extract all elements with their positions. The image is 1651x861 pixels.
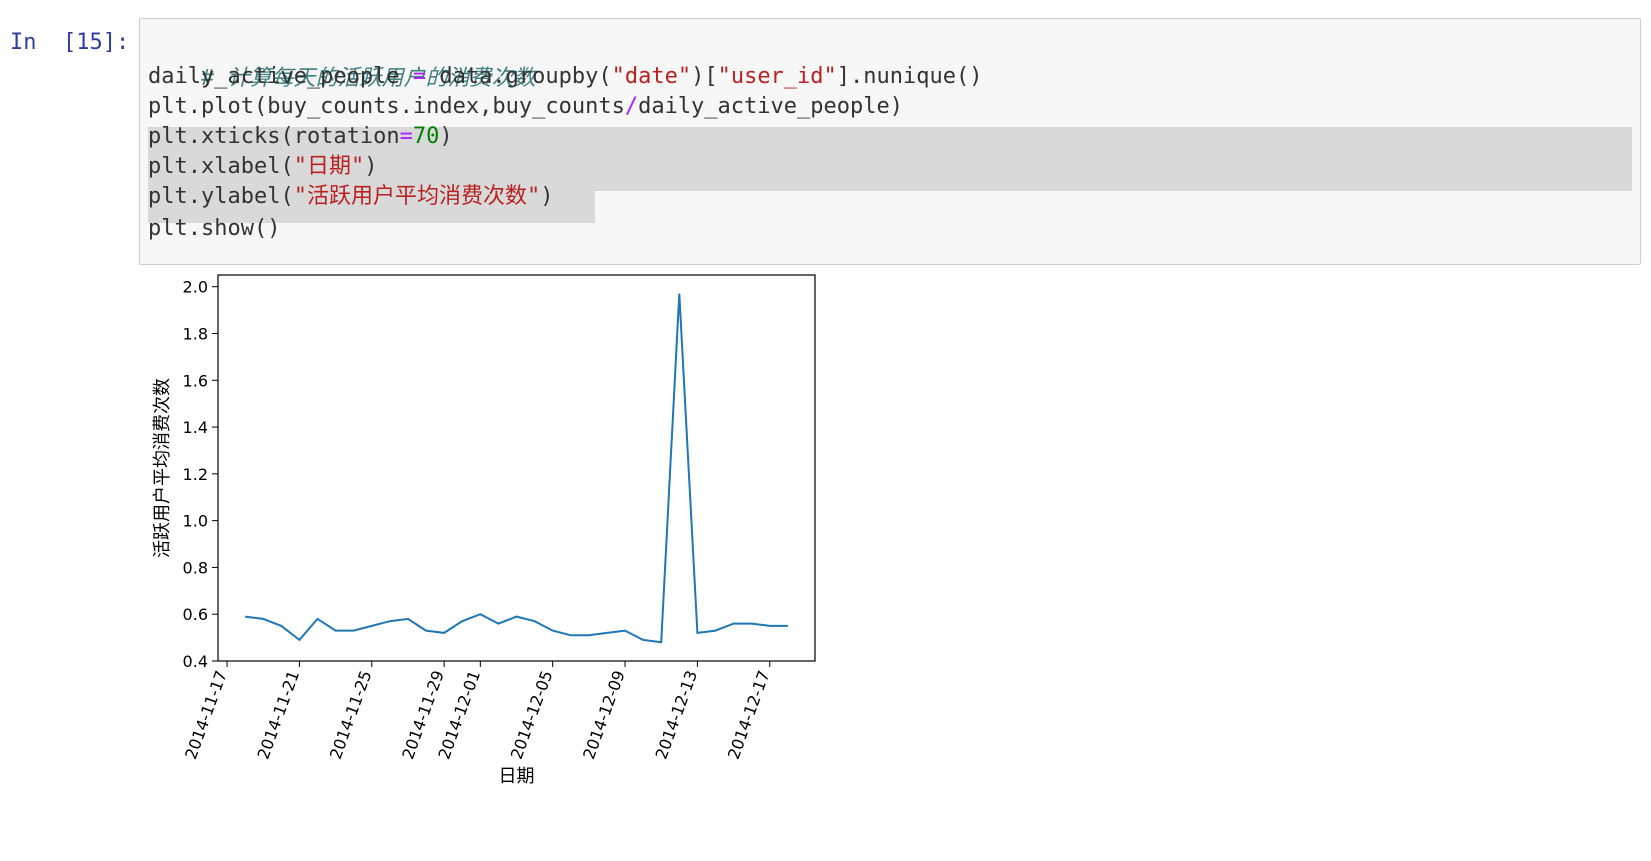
y-tick-label: 0.8 [183,558,208,577]
x-tick-label: 2014-12-09 [579,668,629,762]
y-tick-label: 1.4 [183,418,208,437]
code-line-5: plt.xlabel("日期") [148,154,378,179]
code-line-7: plt.show() [148,216,281,241]
x-tick-label: 2014-12-13 [652,668,702,762]
y-tick-label: 1.0 [183,512,208,531]
y-tick-label: 1.2 [183,465,208,484]
y-tick-label: 1.8 [183,324,208,343]
y-axis-label: 活跃用户平均消费次数 [152,378,173,558]
line-chart: 0.4 0.6 0.8 1.0 1.2 1.4 1.6 1.8 2.0 2014-11-17 20… [152,274,816,787]
y-tick-label: 1.6 [183,371,208,390]
cell-prompt: In [15]: [10,30,130,55]
y-tick-label: 0.6 [183,605,208,624]
x-tick-label: 2014-11-17 [181,668,231,762]
code-cell-input[interactable]: # 计算每天的活跃用户的消费次数 daily_active_people = d… [139,18,1641,265]
code-line-4: plt.xticks(rotation=70) [148,124,453,149]
x-tick-label: 2014-12-05 [507,668,557,762]
y-tick-label: 0.4 [183,652,208,671]
code-line-3: plt.plot(buy_counts.index,buy_counts/dai… [148,94,903,119]
x-axis-label: 日期 [499,766,535,787]
cell-output: 0.4 0.6 0.8 1.0 1.2 1.4 1.6 1.8 2.0 2014-11-17 20… [140,270,880,850]
plot-frame [217,274,816,662]
code-line-2: daily_active_people = data.groupby("date… [148,64,983,89]
series-line [244,293,788,644]
code-line-1: # 计算每天的活跃用户的消费次数 [200,66,536,91]
x-tick-label: 2014-12-17 [724,668,774,762]
x-tick-label: 2014-11-25 [326,668,376,762]
y-tick-label: 2.0 [183,278,208,297]
code-line-6: plt.ylabel("活跃用户平均消费次数") [148,184,554,209]
x-tick-label: 2014-11-21 [254,668,304,762]
